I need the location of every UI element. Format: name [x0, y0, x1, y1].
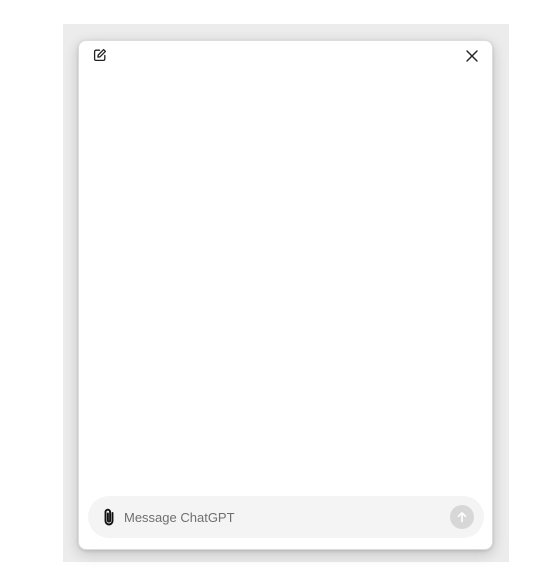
arrow-up-icon	[457, 511, 467, 523]
chat-window	[78, 40, 493, 550]
send-button[interactable]	[450, 505, 474, 529]
edit-icon	[93, 48, 107, 62]
attach-button[interactable]	[100, 506, 118, 528]
paperclip-icon	[104, 508, 114, 526]
message-input[interactable]	[124, 504, 424, 530]
message-composer	[88, 496, 484, 538]
new-chat-button[interactable]	[91, 46, 109, 64]
close-button[interactable]	[462, 46, 482, 66]
close-icon	[466, 50, 478, 62]
